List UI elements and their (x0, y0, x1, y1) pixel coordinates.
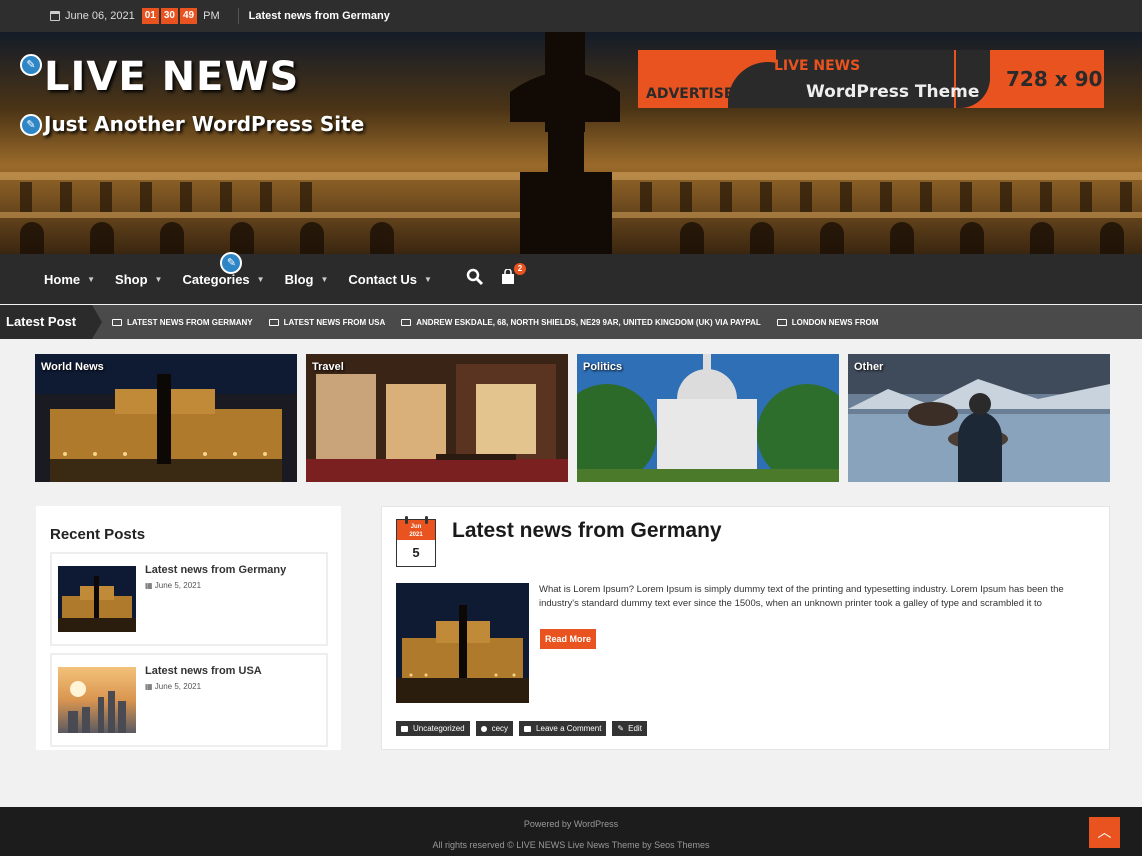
category-image (848, 354, 1110, 482)
site-tagline: Just Another WordPress Site (44, 112, 365, 136)
latest-post-ticker: Latest Post LATEST NEWS FROM GERMANY LAT… (0, 305, 1142, 339)
post-thumbnail (58, 667, 136, 733)
nav-item-label: Home (44, 271, 81, 287)
image-icon (401, 318, 412, 326)
pencil-icon: ✎ (617, 724, 625, 733)
article-title[interactable]: Latest news from Germany (452, 519, 722, 543)
category-label: World News (41, 361, 104, 373)
topbar-date: June 06, 2021 (65, 10, 135, 22)
ad-size-text: 728 x 90 (1006, 67, 1103, 91)
edit-menu-icon[interactable]: ✎ (220, 251, 243, 274)
divider (237, 8, 239, 24)
nav-item-blog[interactable]: Blog ▼ (285, 272, 329, 287)
chevron-down-icon: ▼ (424, 274, 432, 284)
chevron-down-icon: ▼ (154, 274, 163, 284)
chevron-up-icon: ︿ (1097, 824, 1112, 840)
edit-title-icon[interactable]: ✎ (20, 54, 42, 76)
article-meta: Uncategorized cecy Leave a Comment ✎ Edit (396, 721, 653, 736)
chevron-down-icon: ▼ (320, 274, 329, 284)
ticker-item[interactable]: LATEST NEWS FROM GERMANY (112, 318, 253, 327)
meta-category-link[interactable]: Uncategorized (396, 721, 470, 736)
footer-copyright: All rights reserved © LIVE NEWS Live New… (432, 840, 710, 850)
category-label: Other (854, 361, 884, 373)
read-more-button[interactable]: Read More (540, 629, 597, 649)
article-image[interactable] (396, 583, 529, 703)
category-card-politics[interactable]: Politics (577, 354, 839, 482)
main-navigation: Home ▼ Shop ▼ ✎ Categories ▼ Blog ▼ Contact U… (0, 251, 1142, 304)
site-header: ✎ LIVE NEWS ✎ Just Another WordPress Sit… (0, 32, 1142, 254)
meta-edit-link[interactable]: ✎ Edit (612, 721, 647, 736)
post-date-badge: Jun 2021 5 (396, 516, 436, 567)
recent-post-date: ▦ June 5, 2021 (145, 682, 202, 691)
recent-post-date: ▦ June 5, 2021 (145, 581, 202, 590)
ticker-label: Latest Post (0, 305, 102, 339)
category-card-world-news[interactable]: World News (35, 354, 297, 482)
nav-item-label: Categories (182, 271, 250, 287)
recent-post-item[interactable]: Latest news from Germany ▦ June 5, 2021 (50, 552, 328, 646)
nav-item-label: Shop (115, 271, 148, 287)
recent-post-item[interactable]: Latest news from USA ▦ June 5, 2021 (50, 653, 328, 747)
category-grid: World News Travel Politics Other (35, 354, 1110, 482)
article-excerpt: What is Lorem Ipsum? Lorem Ipsum is simp… (539, 584, 1064, 609)
calendar-icon: ▦ (145, 581, 155, 590)
comment-icon (524, 725, 532, 732)
post-thumbnail (58, 566, 136, 632)
meta-comment-link[interactable]: Leave a Comment (519, 721, 607, 736)
ticker-item[interactable]: ANDREW ESKDALE, 68, NORTH SHIELDS, NE29 … (401, 318, 761, 327)
ticker-item[interactable]: LONDON NEWS FROM (776, 318, 878, 327)
edit-tagline-icon[interactable]: ✎ (20, 114, 42, 136)
ad-theme-text: WordPress Theme (806, 82, 980, 102)
search-icon[interactable] (466, 268, 484, 291)
ticker-item[interactable]: LATEST NEWS FROM USA (268, 318, 385, 327)
site-footer: Powered by WordPress All rights reserved… (0, 807, 1142, 856)
sidebar-title: Recent Posts (50, 526, 146, 543)
meta-author-link[interactable]: cecy (475, 721, 514, 736)
category-label: Politics (583, 361, 623, 373)
nav-item-contact[interactable]: Contact Us ▼ (348, 272, 432, 287)
category-image (35, 354, 297, 482)
category-card-travel[interactable]: Travel (306, 354, 568, 482)
cart-icon[interactable]: 2 (500, 262, 526, 290)
user-icon (480, 725, 487, 732)
category-image (306, 354, 568, 482)
clock-hours: 01 (141, 8, 159, 24)
chevron-down-icon: ▼ (256, 274, 265, 284)
cart-count-badge: 2 (513, 262, 526, 275)
calendar-icon: ▦ (145, 682, 155, 691)
clock-minutes: 30 (160, 8, 178, 24)
footer-powered-by[interactable]: Powered by WordPress (0, 819, 1142, 829)
clock-ampm: PM (203, 10, 220, 22)
nav-item-shop[interactable]: Shop ▼ (115, 272, 162, 287)
recent-post-title[interactable]: Latest news from Germany (145, 564, 286, 576)
article-card: Jun 2021 5 Latest news from Germany What … (381, 506, 1110, 750)
clock-seconds: 49 (179, 8, 198, 24)
nav-item-categories[interactable]: ✎ Categories ▼ (182, 251, 265, 287)
top-bar: June 06, 2021 01 30 49 PM Latest news fr… (0, 0, 1142, 32)
category-image (577, 354, 839, 482)
advertisement-banner[interactable]: ADVERTISE LIVE NEWS WordPress Theme 728 … (638, 50, 1104, 108)
ad-advertise-text: ADVERTISE (646, 86, 734, 102)
nav-item-home[interactable]: Home ▼ (44, 272, 95, 287)
image-icon (268, 318, 279, 326)
sidebar-recent-posts: Recent Posts Latest news from Germany ▦ … (36, 506, 341, 750)
recent-post-title[interactable]: Latest news from USA (145, 665, 262, 677)
category-label: Travel (312, 361, 344, 373)
image-icon (112, 318, 122, 326)
folder-icon (401, 725, 408, 732)
ad-brand-text: LIVE NEWS (774, 58, 861, 74)
nav-item-label: Blog (284, 271, 314, 287)
chevron-down-icon: ▼ (87, 274, 96, 284)
scroll-to-top-button[interactable]: ︿ (1089, 817, 1120, 848)
calendar-icon (50, 11, 60, 21)
site-title[interactable]: LIVE NEWS (44, 54, 299, 100)
nav-item-label: Contact Us (348, 271, 418, 287)
category-card-other[interactable]: Other (848, 354, 1110, 482)
topbar-latest-link[interactable]: Latest news from Germany (249, 10, 390, 22)
image-icon (776, 318, 787, 326)
